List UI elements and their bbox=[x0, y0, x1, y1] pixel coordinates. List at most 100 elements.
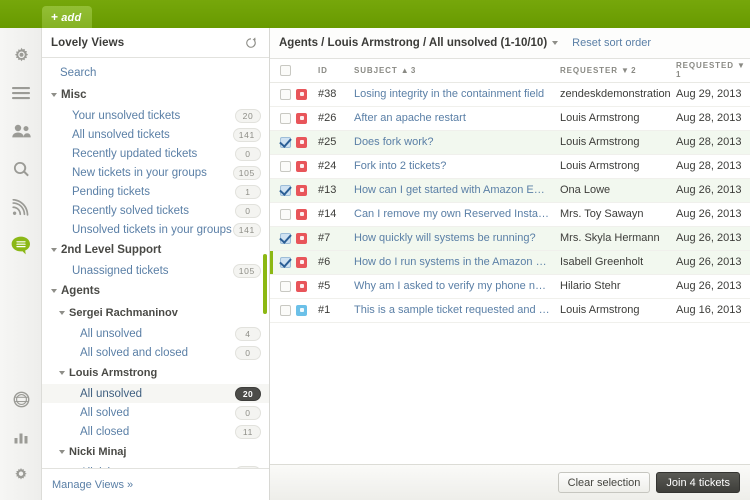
row-subject-cell: Why am I asked to verify my phone number… bbox=[354, 274, 560, 298]
row-checkbox[interactable] bbox=[280, 257, 291, 268]
refresh-icon[interactable] bbox=[245, 37, 257, 49]
sidebar-group-label: Misc bbox=[61, 89, 87, 101]
status-badge bbox=[296, 137, 307, 148]
rail-item-admin[interactable] bbox=[0, 456, 42, 494]
sidebar-item-unassigned-tickets[interactable]: Unassigned tickets105 bbox=[42, 261, 270, 280]
table-row[interactable]: #1This is a sample ticket requested and … bbox=[270, 298, 750, 322]
status-badge bbox=[296, 209, 307, 220]
row-subject-link[interactable]: How can I get started with Amazon EC2? bbox=[354, 184, 552, 196]
row-requester: Louis Armstrong bbox=[560, 106, 676, 130]
row-checkbox[interactable] bbox=[280, 89, 291, 100]
row-status-cell bbox=[296, 130, 318, 154]
rail-item-search[interactable] bbox=[0, 150, 42, 188]
row-subject-link[interactable]: How quickly will systems be running? bbox=[354, 232, 552, 244]
row-subject-link[interactable]: How do I run systems in the Amazon EC2 e… bbox=[354, 256, 552, 268]
row-checkbox[interactable] bbox=[280, 281, 291, 292]
sidebar-item-your-unsolved-tickets[interactable]: Your unsolved tickets20 bbox=[42, 106, 270, 125]
sidebar-item-all-unsolved-tickets[interactable]: All unsolved tickets141 bbox=[42, 125, 270, 144]
table-row[interactable]: #13How can I get started with Amazon EC2… bbox=[270, 178, 750, 202]
row-checkbox[interactable] bbox=[280, 305, 291, 316]
sidebar-item-all-solved[interactable]: All solved0 bbox=[42, 403, 270, 422]
row-checkbox[interactable] bbox=[280, 137, 291, 148]
table-row[interactable]: #14Can I remove my own Reserved Instance… bbox=[270, 202, 750, 226]
sidebar-group-misc[interactable]: Misc bbox=[42, 84, 270, 106]
row-id: #24 bbox=[318, 154, 354, 178]
rail-item-views[interactable] bbox=[0, 74, 42, 112]
add-tab-button[interactable]: +add bbox=[42, 6, 92, 28]
sidebar-group-sergei-rachmaninov[interactable]: Sergei Rachmaninov bbox=[42, 302, 270, 324]
table-row[interactable]: #6How do I run systems in the Amazon EC2… bbox=[270, 250, 750, 274]
sidebar-item-count-badge: 0 bbox=[235, 406, 261, 420]
row-checkbox[interactable] bbox=[280, 185, 291, 196]
sidebar-group-label: Louis Armstrong bbox=[69, 367, 157, 379]
clear-selection-button[interactable]: Clear selection bbox=[558, 472, 651, 493]
row-select-cell bbox=[270, 202, 296, 226]
breadcrumb[interactable]: Agents / Louis Armstrong / All unsolved … bbox=[279, 37, 558, 49]
rail-item-customers[interactable] bbox=[0, 112, 42, 150]
sidebar-scrollbar-track[interactable] bbox=[264, 59, 269, 469]
row-checkbox[interactable] bbox=[280, 113, 291, 124]
search-icon bbox=[13, 161, 30, 178]
row-checkbox[interactable] bbox=[280, 209, 291, 220]
row-subject-link[interactable]: Can I remove my own Reserved Instance af… bbox=[354, 208, 552, 220]
row-checkbox[interactable] bbox=[280, 233, 291, 244]
sidebar-item-unsolved-tickets-in-your-groups[interactable]: Unsolved tickets in your groups141 bbox=[42, 220, 270, 239]
caret-icon bbox=[59, 450, 65, 454]
table-row[interactable]: #5Why am I asked to verify my phone numb… bbox=[270, 274, 750, 298]
sidebar-item-all-closed[interactable]: All closed11 bbox=[42, 422, 270, 441]
th-subject-label: SUBJECT bbox=[354, 66, 398, 75]
sidebar-item-count-badge: 0 bbox=[235, 147, 261, 161]
sidebar-footer: Manage Views » bbox=[42, 468, 269, 500]
sidebar-item-label: Unsolved tickets in your groups bbox=[72, 224, 232, 236]
status-badge bbox=[296, 233, 307, 244]
row-subject-link[interactable]: This is a sample ticket requested and su… bbox=[354, 304, 552, 316]
row-subject-link[interactable]: Fork into 2 tickets? bbox=[354, 160, 552, 172]
sidebar-body[interactable]: Search MiscYour unsolved tickets20All un… bbox=[42, 59, 270, 469]
sidebar-item-label: Recently updated tickets bbox=[72, 148, 197, 160]
rail-item-dashboard[interactable] bbox=[0, 36, 42, 74]
th-requester[interactable]: REQUESTER ▼ 2 bbox=[560, 59, 676, 82]
rail-item-tickets[interactable] bbox=[0, 226, 42, 264]
sidebar-group-louis-armstrong[interactable]: Louis Armstrong bbox=[42, 362, 270, 384]
table-row[interactable]: #25Does fork work?Louis ArmstrongAug 28,… bbox=[270, 130, 750, 154]
row-subject-cell: How can I get started with Amazon EC2? bbox=[354, 178, 560, 202]
th-requested[interactable]: REQUESTED ▼ 1 bbox=[676, 59, 750, 82]
manage-views-link[interactable]: Manage Views » bbox=[52, 479, 133, 491]
sidebar-item-pending-tickets[interactable]: Pending tickets1 bbox=[42, 182, 270, 201]
row-select-cell bbox=[270, 226, 296, 250]
sidebar-group-2nd-level-support[interactable]: 2nd Level Support bbox=[42, 239, 270, 261]
row-requester: Louis Armstrong bbox=[560, 154, 676, 178]
sidebar-item-all-unsolved[interactable]: All unsolved20 bbox=[42, 384, 270, 403]
table-row[interactable]: #26After an apache restartLouis Armstron… bbox=[270, 106, 750, 130]
th-id[interactable]: ID bbox=[318, 59, 354, 82]
sidebar-item-all-solved-and-closed[interactable]: All solved and closed0 bbox=[42, 343, 270, 362]
row-requested-date: Aug 29, 2013 bbox=[676, 82, 750, 106]
row-status-cell bbox=[296, 226, 318, 250]
row-subject-link[interactable]: Why am I asked to verify my phone number… bbox=[354, 280, 552, 292]
sidebar-group-nicki-minaj[interactable]: Nicki Minaj bbox=[42, 441, 270, 463]
row-status-cell bbox=[296, 154, 318, 178]
table-row[interactable]: #38Losing integrity in the containment f… bbox=[270, 82, 750, 106]
rail-item-apps[interactable] bbox=[0, 380, 42, 418]
status-badge bbox=[296, 113, 307, 124]
row-subject-link[interactable]: Does fork work? bbox=[354, 136, 552, 148]
rail-item-activity[interactable] bbox=[0, 188, 42, 226]
row-subject-link[interactable]: Losing integrity in the containment fiel… bbox=[354, 88, 552, 100]
row-checkbox[interactable] bbox=[280, 161, 291, 172]
rail-item-reporting[interactable] bbox=[0, 418, 42, 456]
row-select-cell bbox=[270, 298, 296, 322]
join-tickets-button[interactable]: Join 4 tickets bbox=[656, 472, 740, 493]
table-row[interactable]: #24Fork into 2 tickets?Louis ArmstrongAu… bbox=[270, 154, 750, 178]
sidebar-search-link[interactable]: Search bbox=[42, 59, 270, 84]
sidebar-scrollbar-thumb[interactable] bbox=[263, 254, 267, 314]
table-row[interactable]: #7How quickly will systems be running?Mr… bbox=[270, 226, 750, 250]
select-all-checkbox[interactable] bbox=[280, 65, 291, 76]
sidebar-item-new-tickets-in-your-groups[interactable]: New tickets in your groups105 bbox=[42, 163, 270, 182]
row-subject-link[interactable]: After an apache restart bbox=[354, 112, 552, 124]
sidebar-item-all-unsolved[interactable]: All unsolved4 bbox=[42, 324, 270, 343]
sidebar-item-recently-solved-tickets[interactable]: Recently solved tickets0 bbox=[42, 201, 270, 220]
th-subject[interactable]: SUBJECT ▲ 3 bbox=[354, 59, 560, 82]
sidebar-item-recently-updated-tickets[interactable]: Recently updated tickets 0 bbox=[42, 144, 270, 163]
sidebar-group-agents[interactable]: Agents bbox=[42, 280, 270, 302]
reset-sort-order-link[interactable]: Reset sort order bbox=[572, 37, 651, 49]
